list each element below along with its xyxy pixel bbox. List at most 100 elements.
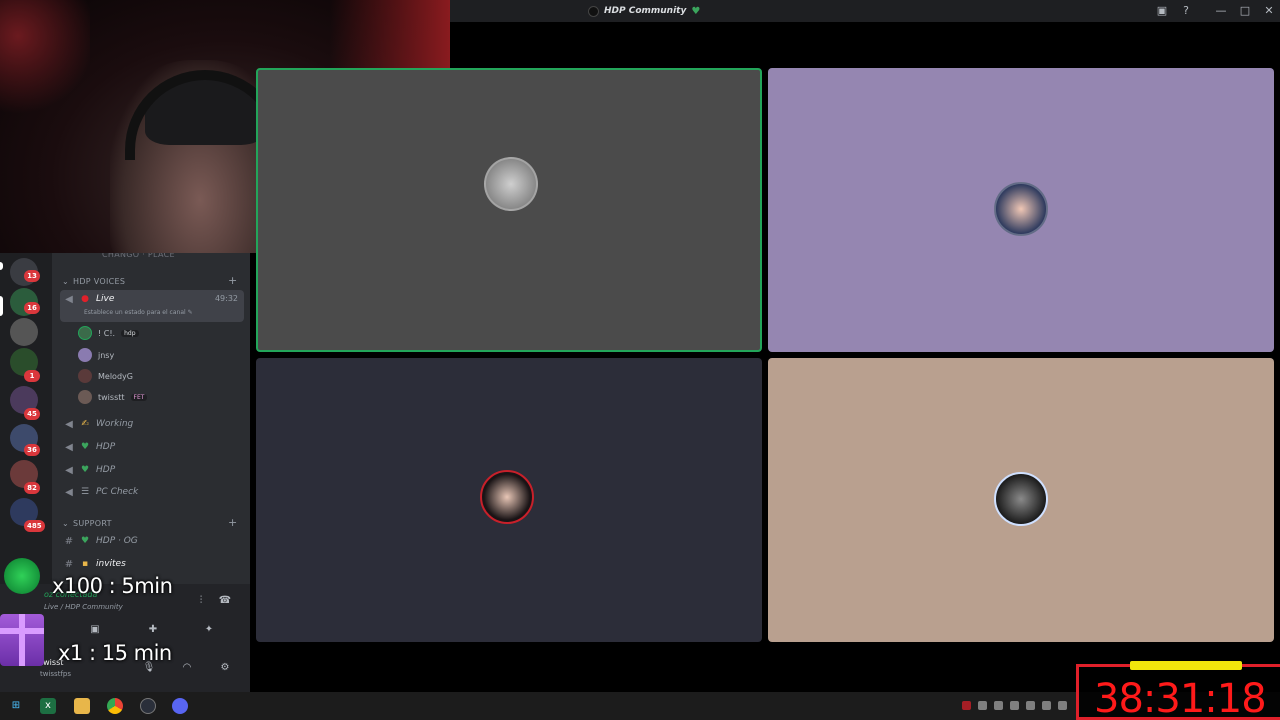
text-channel-invites[interactable]: # ▪ invites: [60, 554, 244, 574]
server-icon: [588, 5, 599, 17]
avatar: [994, 182, 1048, 236]
channel-name: invites: [96, 559, 126, 569]
call-timer: 49:32: [214, 294, 238, 303]
tray-icon[interactable]: [1010, 701, 1019, 710]
tray-icon[interactable]: [978, 701, 987, 710]
disconnect-icon[interactable]: ☎: [216, 593, 234, 609]
file-explorer-icon[interactable]: [74, 698, 90, 714]
timer-progress-bar: [1130, 661, 1242, 670]
avatar: [78, 348, 92, 362]
voice-tile-speaking[interactable]: [256, 68, 762, 352]
server-icon[interactable]: [10, 318, 38, 346]
category-hdp-voices[interactable]: ⌄ HDP VOICES: [62, 275, 125, 287]
channel-name: HDP · OG: [96, 536, 138, 546]
text-channel-hdp-og[interactable]: # ♥ HDP · OG: [60, 531, 244, 551]
voice-channel-live[interactable]: ◀ ● Live 49:32 Establece un estado para …: [60, 290, 244, 322]
hash-icon: #: [64, 558, 74, 570]
voice-channel-pc-check[interactable]: ◀ ☰ PC Check: [60, 482, 244, 502]
window-title: HDP Community ♥: [588, 3, 700, 19]
user-handle: twisstfps: [40, 670, 72, 678]
speaker-icon: ◀: [65, 486, 73, 498]
unread-pill: [0, 262, 3, 270]
channel-name: HDP: [96, 465, 116, 475]
voice-user[interactable]: ! C!. hdp: [78, 323, 139, 343]
mention-badge: 1: [24, 370, 40, 382]
voice-channel-hdp[interactable]: ◀ ♥ HDP: [60, 437, 244, 457]
discord-icon[interactable]: [172, 698, 188, 714]
chrome-icon[interactable]: [107, 698, 123, 714]
settings-gear-icon[interactable]: ⚙: [216, 660, 234, 676]
windows-start-icon[interactable]: ⊞: [8, 698, 24, 714]
category-support[interactable]: ⌄ SUPPORT: [62, 517, 112, 529]
voice-user-name: MelodyG: [98, 371, 133, 381]
voice-user[interactable]: jnsy: [78, 345, 114, 365]
tray-icon[interactable]: [994, 701, 1003, 710]
gift-icon: [0, 614, 44, 666]
mention-badge: 45: [24, 408, 40, 420]
red-circle-icon: ●: [81, 294, 89, 304]
mention-badge: 82: [24, 482, 40, 494]
tray-icon[interactable]: [1042, 701, 1051, 710]
screen: HDP Community ♥ ▣ ? — □ ✕ 13 16 1 45 36 …: [0, 0, 1280, 720]
voice-user[interactable]: MelodyG: [78, 366, 133, 386]
headphones-icon[interactable]: ◠: [178, 660, 196, 676]
reward-overlay-2: x1 : 15 min: [58, 641, 172, 665]
speaker-icon: ◀: [65, 464, 73, 476]
channel-status-hint[interactable]: Establece un estado para el canal ✎: [84, 309, 193, 316]
add-channel-icon[interactable]: +: [228, 516, 237, 529]
avatar: [480, 470, 534, 524]
voice-tile[interactable]: [768, 358, 1274, 642]
voice-user-name: ! C!.: [98, 328, 116, 338]
user-tag: hdp: [121, 329, 139, 337]
speaker-icon: ◀: [65, 441, 73, 453]
noise-suppression-icon[interactable]: ⫶: [192, 593, 210, 609]
heart-icon: ♥: [80, 465, 90, 475]
heart-icon: ♥: [80, 536, 90, 546]
chevron-down-icon: ⌄: [62, 276, 70, 286]
chevron-down-icon: ⌄: [62, 518, 70, 528]
reward-overlay-1: x100 : 5min: [52, 574, 173, 598]
close-button[interactable]: ✕: [1261, 3, 1277, 19]
avatar: [78, 369, 92, 383]
voice-location[interactable]: Live / HDP Community: [44, 603, 123, 611]
voice-user[interactable]: twisstt FET: [78, 387, 148, 407]
excel-icon[interactable]: x: [40, 698, 56, 714]
avatar: [78, 390, 92, 404]
activities-icon[interactable]: ✚: [144, 622, 162, 638]
keyboard-icon: ☰: [80, 487, 90, 497]
user-tag: FET: [130, 393, 148, 401]
add-channel-icon[interactable]: +: [228, 274, 237, 287]
soundboard-icon[interactable]: ✦: [200, 622, 218, 638]
mic-tray-icon[interactable]: [962, 701, 971, 710]
steam-icon[interactable]: [140, 698, 156, 714]
channel-name: Working: [96, 419, 134, 429]
minimize-button[interactable]: —: [1213, 3, 1229, 19]
subathon-timer: 38:31:18: [1094, 676, 1267, 720]
avatar: [484, 157, 538, 211]
channel-name: HDP: [96, 442, 116, 452]
voice-channel-working[interactable]: ◀ ✍ Working: [60, 414, 244, 434]
screen-share-icon[interactable]: ▣: [86, 622, 104, 638]
mention-badge: 16: [24, 302, 40, 314]
tray-icon[interactable]: [1058, 701, 1067, 710]
voice-tile[interactable]: [256, 358, 762, 642]
heart-icon: ♥: [691, 5, 701, 17]
window-title-text: HDP Community: [604, 6, 687, 16]
mention-badge: 13: [24, 270, 40, 282]
mention-badge: 485: [24, 520, 45, 532]
category-label: HDP VOICES: [73, 276, 126, 286]
help-icon[interactable]: ?: [1178, 3, 1194, 19]
voice-tile[interactable]: [768, 68, 1274, 352]
clover-icon: [4, 558, 40, 594]
lock-icon: ▪: [81, 559, 89, 569]
maximize-button[interactable]: □: [1237, 3, 1253, 19]
inbox-icon[interactable]: ▣: [1154, 3, 1170, 19]
tray-icon[interactable]: [1026, 701, 1035, 710]
avatar: [78, 326, 92, 340]
voice-channel-hdp-2[interactable]: ◀ ♥ HDP: [60, 460, 244, 480]
mention-badge: 36: [24, 444, 40, 456]
red-light-glow: [0, 0, 90, 120]
selected-pill: [0, 296, 3, 316]
hash-icon: #: [64, 535, 74, 547]
voice-user-name: twisstt: [98, 392, 125, 402]
